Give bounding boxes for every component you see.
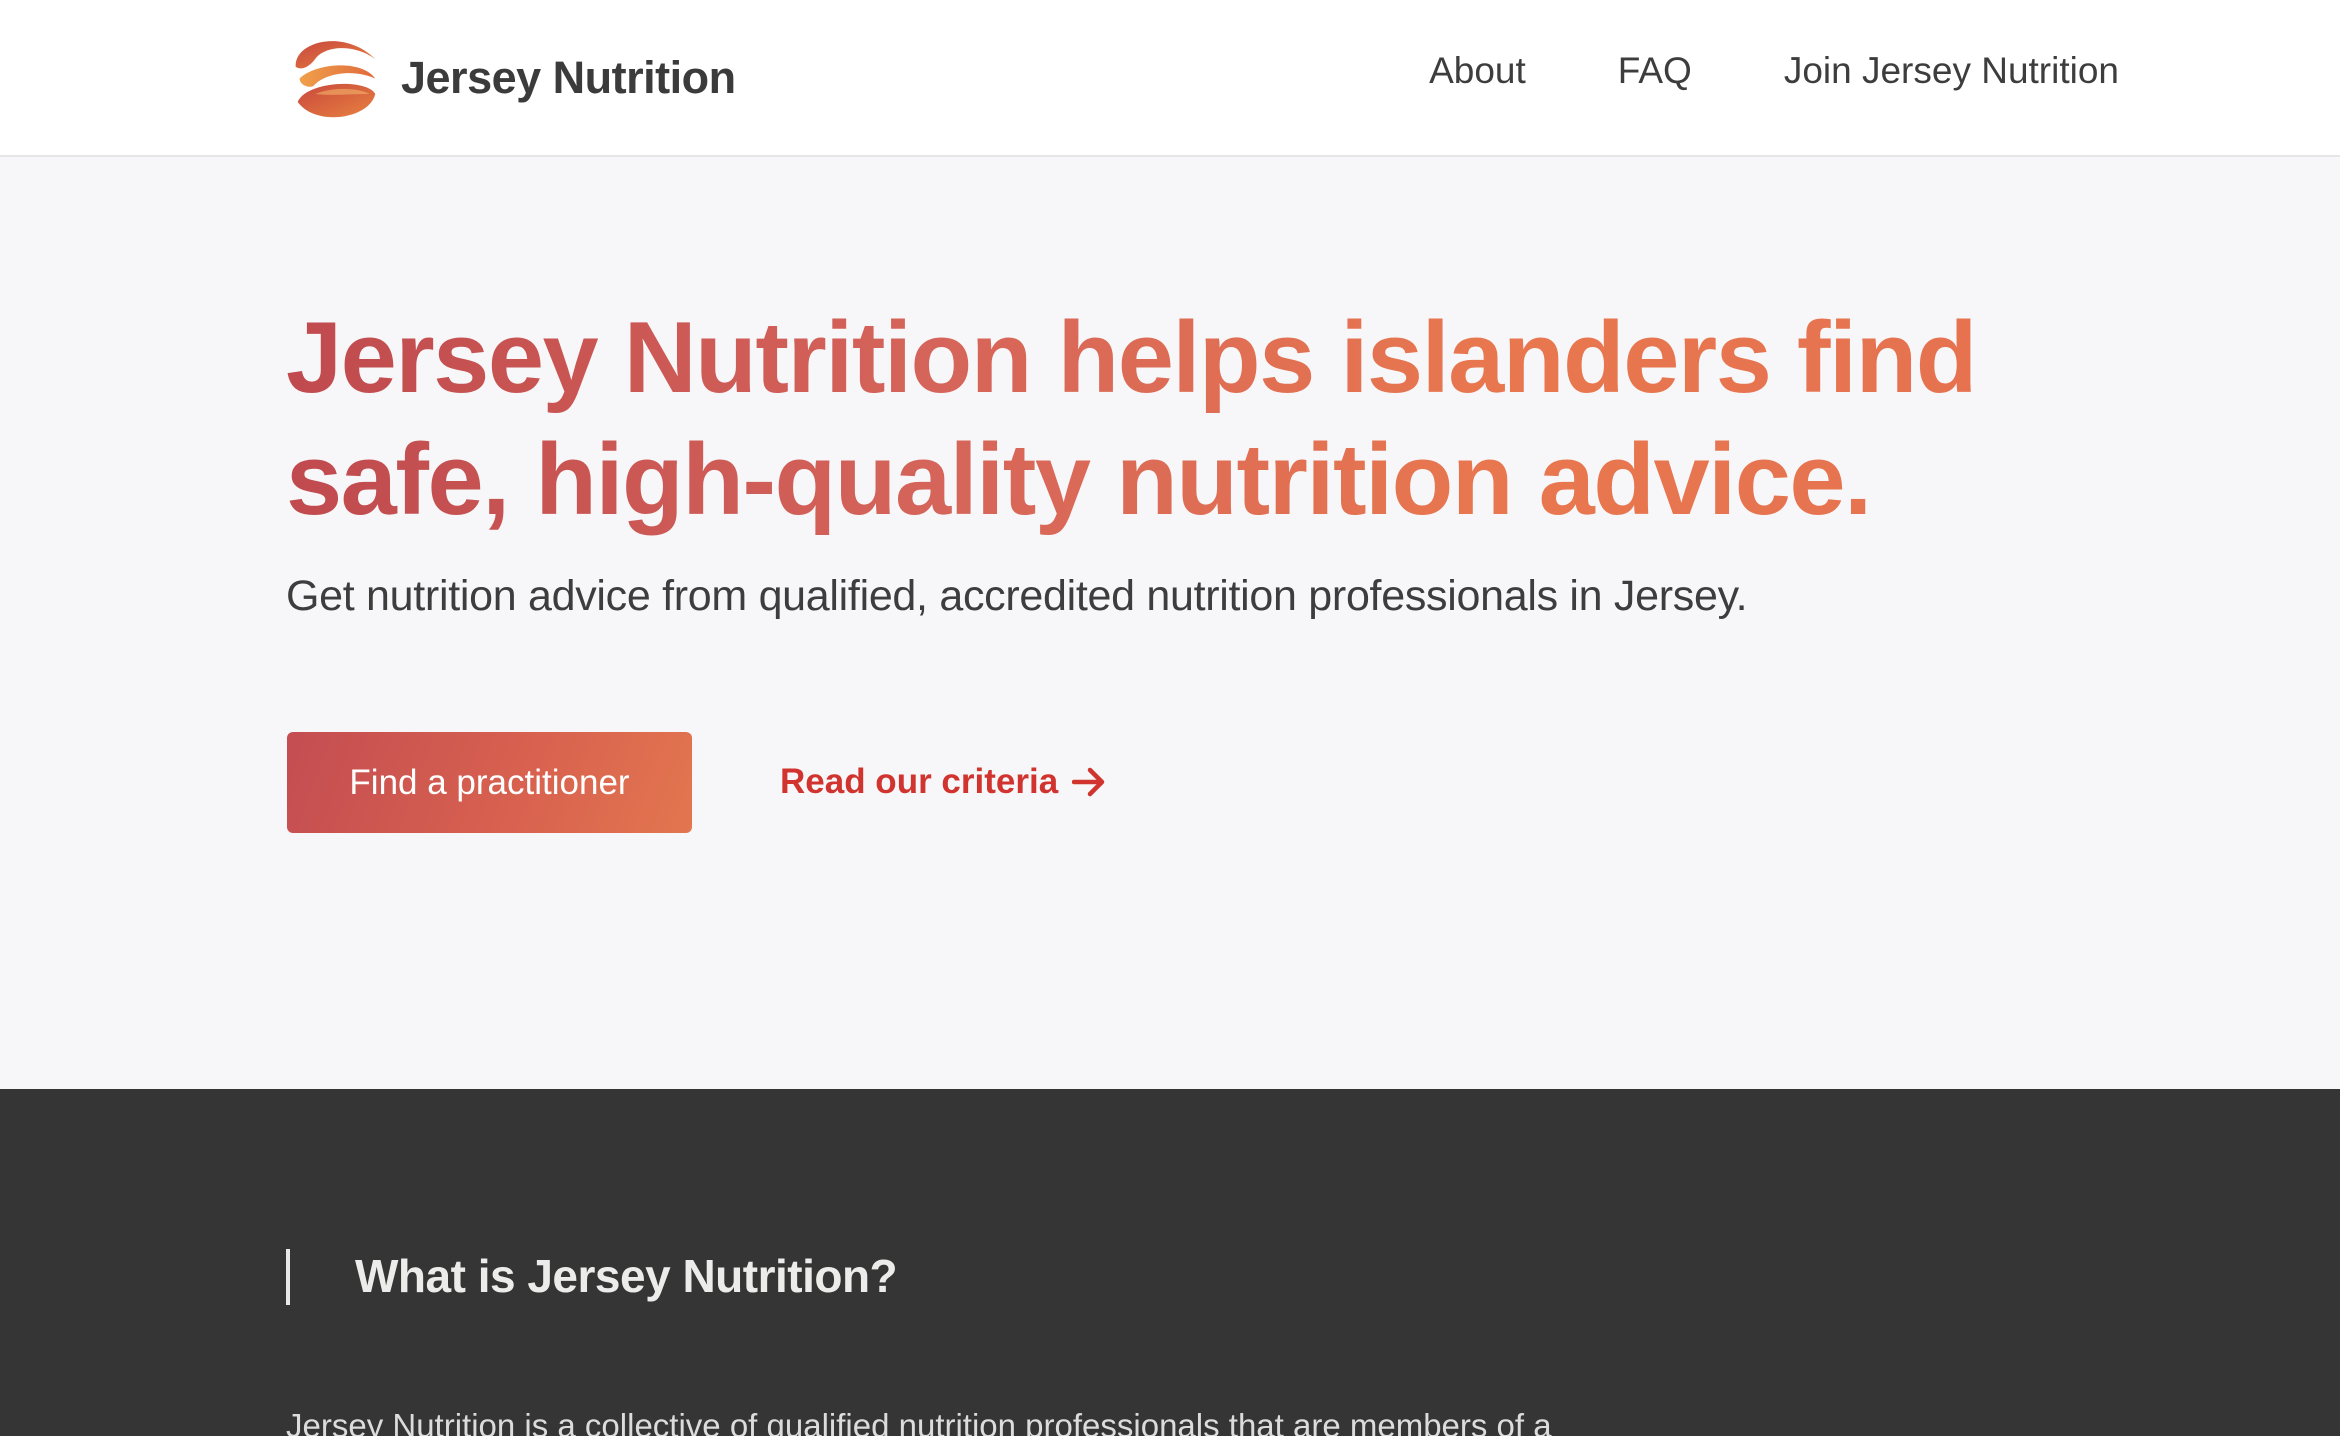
brand-home-link[interactable]: Jersey Nutrition bbox=[286, 28, 736, 128]
hero-title-line-1: Jersey Nutrition helps islanders find bbox=[286, 302, 1977, 414]
read-criteria-label: Read our criteria bbox=[780, 762, 1059, 801]
read-criteria-link[interactable]: Read our criteria bbox=[780, 757, 1106, 807]
about-section: What is Jersey Nutrition? Jersey Nutriti… bbox=[0, 1089, 2340, 1436]
site-header: Jersey Nutrition About FAQ Join Jersey N… bbox=[0, 0, 2340, 157]
nav-faq-link[interactable]: FAQ bbox=[1618, 50, 1692, 92]
arrow-right-icon bbox=[1072, 767, 1105, 797]
hero-section: Jersey Nutrition helps islanders find sa… bbox=[0, 157, 2340, 1089]
brand-name: Jersey Nutrition bbox=[401, 52, 736, 103]
about-section-title: What is Jersey Nutrition? bbox=[355, 1250, 898, 1302]
hero-title-line-2: safe, high-quality nutrition advice. bbox=[286, 424, 1871, 536]
nav-about-link[interactable]: About bbox=[1429, 50, 1526, 92]
main-nav: About FAQ Join Jersey Nutrition bbox=[1337, 50, 2119, 92]
jersey-nutrition-logo-icon bbox=[295, 40, 376, 117]
about-section-body: Jersey Nutrition is a collective of qual… bbox=[286, 1407, 1552, 1436]
hero-subtitle: Get nutrition advice from qualified, acc… bbox=[286, 572, 1748, 620]
hero-title: Jersey Nutrition helps islanders find sa… bbox=[286, 297, 2126, 541]
nav-join-link[interactable]: Join Jersey Nutrition bbox=[1784, 50, 2119, 92]
section-heading-accent-bar bbox=[286, 1249, 290, 1305]
find-practitioner-button[interactable]: Find a practitioner bbox=[287, 732, 692, 833]
